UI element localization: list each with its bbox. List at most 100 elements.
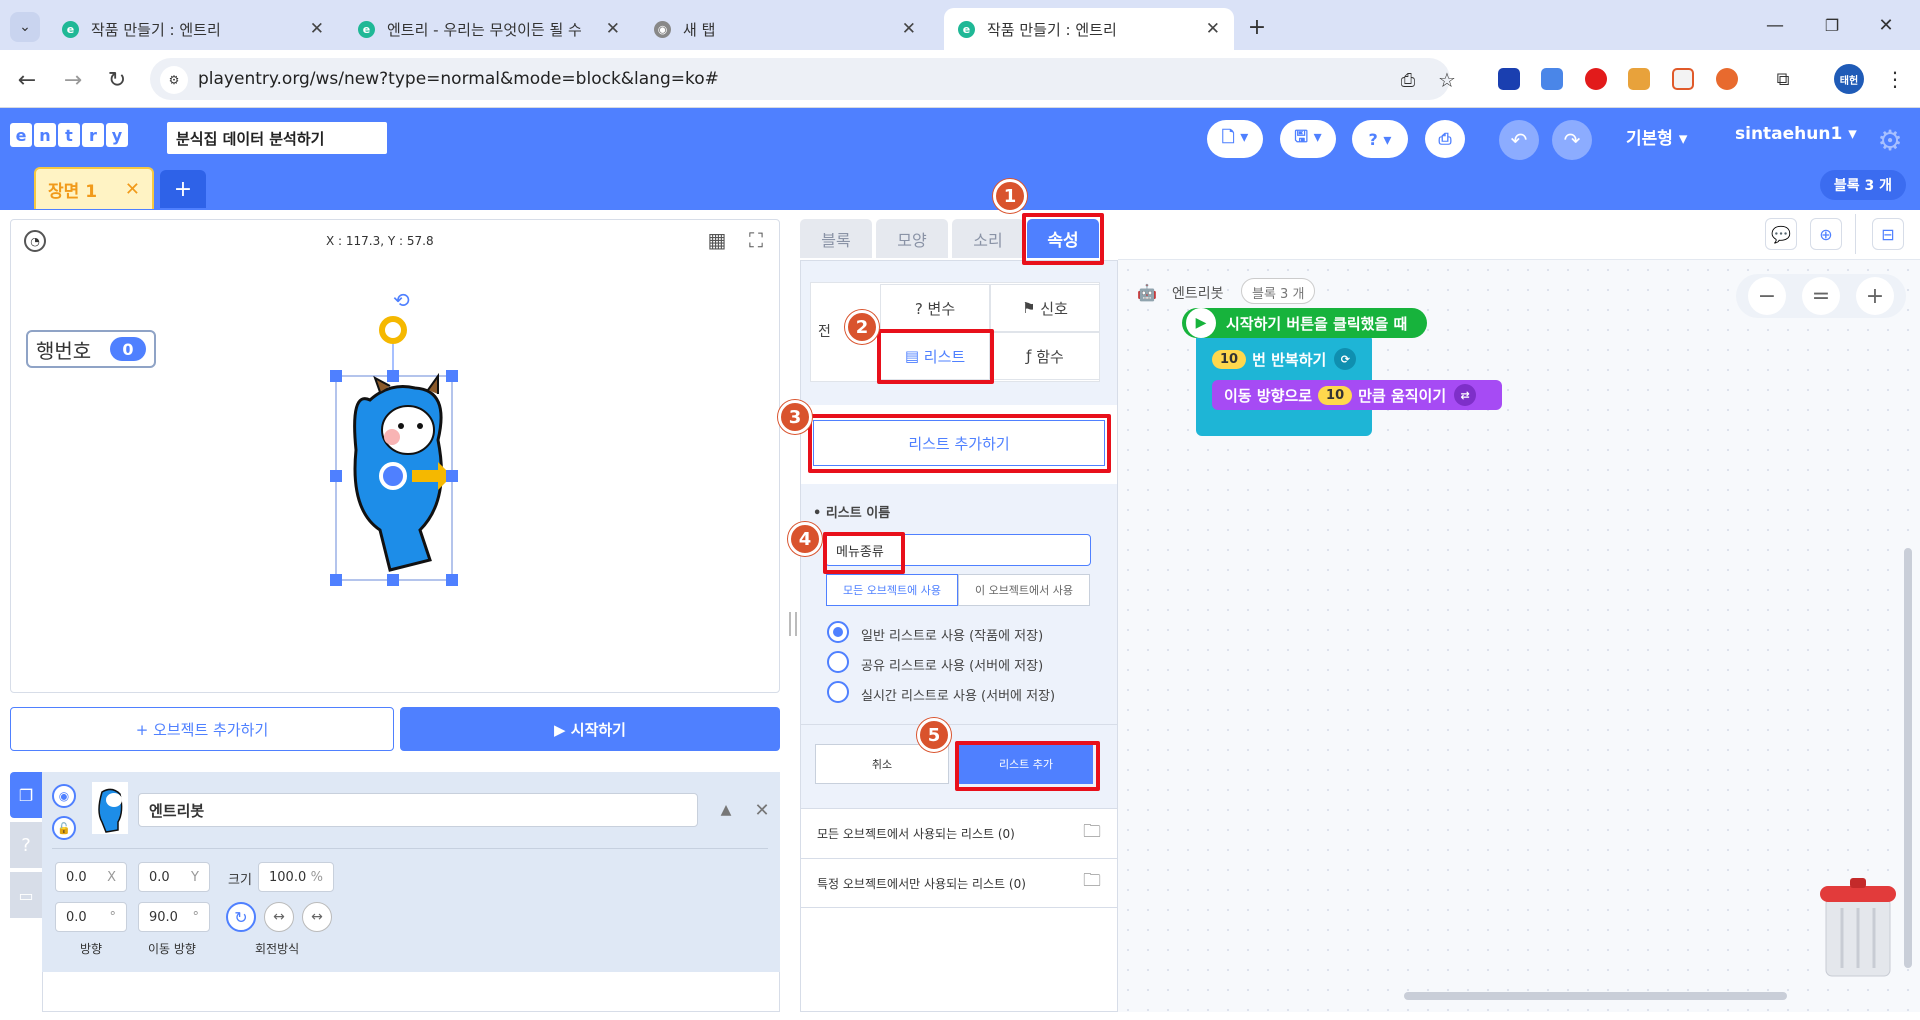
tab-close-icon[interactable]: ✕ — [606, 19, 620, 39]
browser-tab-2[interactable]: e 엔트리 - 우리는 무엇이든 될 수 ✕ — [344, 8, 634, 50]
browser-tab-4-active[interactable]: e 작품 만들기 : 엔트리 ✕ — [944, 8, 1234, 50]
zoom-reset-icon[interactable]: = — [1802, 277, 1840, 315]
new-tab-button[interactable]: + — [1240, 12, 1274, 42]
back-icon[interactable]: ← — [10, 63, 44, 97]
start-button[interactable]: ▶ 시작하기 — [400, 707, 780, 751]
rotate-handle-icon[interactable]: ⟲ — [393, 290, 410, 312]
direction-input[interactable]: 0.0 ° — [55, 902, 127, 932]
tab-sounds[interactable]: 소리 — [952, 219, 1024, 258]
entry-logo[interactable]: e n t r y — [10, 123, 128, 147]
extension-adblock-icon[interactable] — [1585, 68, 1607, 90]
signal-type-button[interactable]: ⚑ 신호 — [990, 284, 1100, 332]
horizontal-scrollbar[interactable] — [1404, 992, 1787, 1000]
confirm-add-list-button[interactable]: 리스트 추가 — [959, 744, 1093, 784]
comment-icon[interactable]: 💬 — [1765, 218, 1797, 250]
radio-shared-list[interactable] — [827, 651, 849, 673]
tab-attributes[interactable]: 속성 — [1027, 219, 1099, 258]
radio-realtime-list[interactable] — [827, 681, 849, 703]
add-object-button[interactable]: + 오브젝트 추가하기 — [10, 707, 394, 751]
bookmark-star-icon[interactable]: ☆ — [1432, 65, 1462, 95]
entrybot-sprite[interactable]: ⟲ — [320, 290, 480, 590]
zoom-in-icon[interactable]: + — [1856, 277, 1894, 315]
extension-reader-icon[interactable] — [1672, 68, 1694, 90]
size-input[interactable]: 100.0% — [258, 862, 334, 892]
scene-close-icon[interactable]: ✕ — [125, 179, 140, 200]
tab-search-button[interactable]: ⌄ — [10, 12, 40, 42]
fullscreen-icon[interactable]: ⛶ — [744, 228, 768, 252]
add-scene-button[interactable]: + — [160, 170, 206, 208]
move-block[interactable]: 이동 방향으로 10 만큼 움직이기 ⇄ — [1212, 380, 1502, 410]
reload-icon[interactable]: ↻ — [100, 63, 134, 97]
rotate-none-icon[interactable]: ↔ — [302, 902, 332, 932]
x-input[interactable]: 0.0 X — [55, 862, 127, 892]
profile-avatar[interactable]: 태헌 — [1834, 64, 1864, 94]
user-dropdown[interactable]: sintaehun1 ▾ — [1735, 124, 1857, 144]
extensions-puzzle-icon[interactable]: ⧉ — [1768, 64, 1798, 94]
splitter-handle[interactable] — [789, 612, 797, 636]
url-text[interactable]: playentry.org/ws/new?type=normal&mode=bl… — [198, 69, 719, 89]
console-icon[interactable]: ▭ — [10, 872, 42, 918]
rotate-horizontal-icon[interactable]: ↔ — [264, 902, 294, 932]
extension-screenshot-icon[interactable] — [1628, 68, 1650, 90]
add-comment-icon[interactable]: ⊕ — [1810, 218, 1842, 250]
mode-dropdown[interactable]: 기본형 ▾ — [1626, 124, 1687, 149]
function-type-button[interactable]: ƒ 함수 — [990, 332, 1100, 380]
restore-icon[interactable]: ❐ — [1812, 10, 1852, 40]
browser-tab-3[interactable]: ◉ 새 탭 ✕ — [640, 8, 930, 50]
vertical-scrollbar[interactable] — [1904, 548, 1912, 968]
add-list-button[interactable]: 리스트 추가하기 — [813, 420, 1105, 466]
undo-button[interactable]: ↶ — [1499, 120, 1539, 160]
radio-normal-list[interactable] — [827, 621, 849, 643]
list-type-button[interactable]: ▤ 리스트 — [880, 332, 990, 380]
print-button[interactable]: ⎙ — [1425, 120, 1465, 158]
minimize-icon[interactable]: — — [1755, 10, 1795, 40]
scope-all-button[interactable]: 모든 오브젝트에 사용 — [826, 574, 958, 606]
variable-monitor[interactable]: 행번호 0 — [26, 330, 156, 368]
y-input[interactable]: 0.0 Y — [138, 862, 210, 892]
lock-icon[interactable]: 🔓 — [52, 816, 76, 840]
tab-close-icon[interactable]: ✕ — [310, 19, 324, 39]
visibility-eye-icon[interactable]: ◉ — [52, 784, 76, 808]
when-start-clicked-block[interactable]: ▶ 시작하기 버튼을 클릭했을 때 — [1182, 308, 1427, 338]
chrome-menu-icon[interactable]: ⋮ — [1880, 64, 1910, 94]
variable-type-button[interactable]: ? 변수 — [880, 284, 990, 332]
redo-button[interactable]: ↷ — [1552, 120, 1592, 160]
save-button[interactable]: 🖫 ▾ — [1280, 120, 1336, 158]
storage-box-icon[interactable]: ⊟ — [1872, 218, 1904, 250]
grid-icon[interactable]: ▦ — [705, 228, 729, 252]
specific-object-lists-row[interactable]: 특정 오브젝트에서만 사용되는 리스트 (0) 🗀 — [801, 858, 1117, 908]
repeat-count[interactable]: 10 — [1212, 349, 1247, 369]
help-button[interactable]: ? ▾ — [1352, 120, 1408, 158]
scope-this-button[interactable]: 이 오브젝트에서 사용 — [958, 574, 1090, 606]
site-info-icon[interactable]: ⚙ — [160, 66, 188, 94]
collapse-up-icon[interactable]: ▲ — [716, 800, 736, 820]
project-title-input[interactable]: 분식집 데이터 분석하기 — [167, 122, 387, 154]
tab-close-icon[interactable]: ✕ — [902, 19, 916, 39]
scene-tab[interactable]: 장면 1 ✕ — [34, 167, 154, 209]
extension-highlight-icon[interactable] — [1716, 68, 1738, 90]
help-side-icon[interactable]: ? — [10, 822, 42, 868]
settings-gear-icon[interactable]: ⚙ — [1872, 122, 1908, 158]
rotation-anchor[interactable] — [379, 316, 407, 344]
repeat-block[interactable]: 10 번 반복하기 ⟳ — [1200, 344, 1372, 374]
tab-blocks[interactable]: 블록 — [800, 219, 872, 258]
delete-object-icon[interactable]: ✕ — [750, 798, 774, 822]
extension-download-icon[interactable] — [1498, 68, 1520, 90]
object-list-tab[interactable]: ❐ — [10, 772, 42, 818]
install-icon[interactable]: ⎙ — [1393, 65, 1423, 95]
new-file-button[interactable]: 🗋 ▾ — [1207, 120, 1263, 158]
window-close-icon[interactable]: ✕ — [1866, 10, 1906, 40]
move-distance[interactable]: 10 — [1318, 385, 1353, 405]
browser-tab-1[interactable]: e 작품 만들기 : 엔트리 ✕ — [48, 8, 338, 50]
forward-icon[interactable]: → — [56, 63, 90, 97]
tab-close-icon[interactable]: ✕ — [1206, 19, 1220, 39]
zoom-out-icon[interactable]: − — [1748, 277, 1786, 315]
trash-can-icon[interactable] — [1818, 872, 1898, 982]
extension-translate-icon[interactable] — [1541, 68, 1563, 90]
all-object-lists-row[interactable]: 모든 오브젝트에서 사용되는 리스트 (0) 🗀 — [801, 808, 1117, 858]
object-name-input[interactable]: 엔트리봇 — [138, 793, 698, 827]
tab-shapes[interactable]: 모양 — [876, 219, 948, 258]
rotate-free-icon[interactable]: ↻ — [226, 902, 256, 932]
speed-gauge-icon[interactable]: ◔ — [24, 230, 46, 252]
move-direction-input[interactable]: 90.0 ° — [138, 902, 210, 932]
